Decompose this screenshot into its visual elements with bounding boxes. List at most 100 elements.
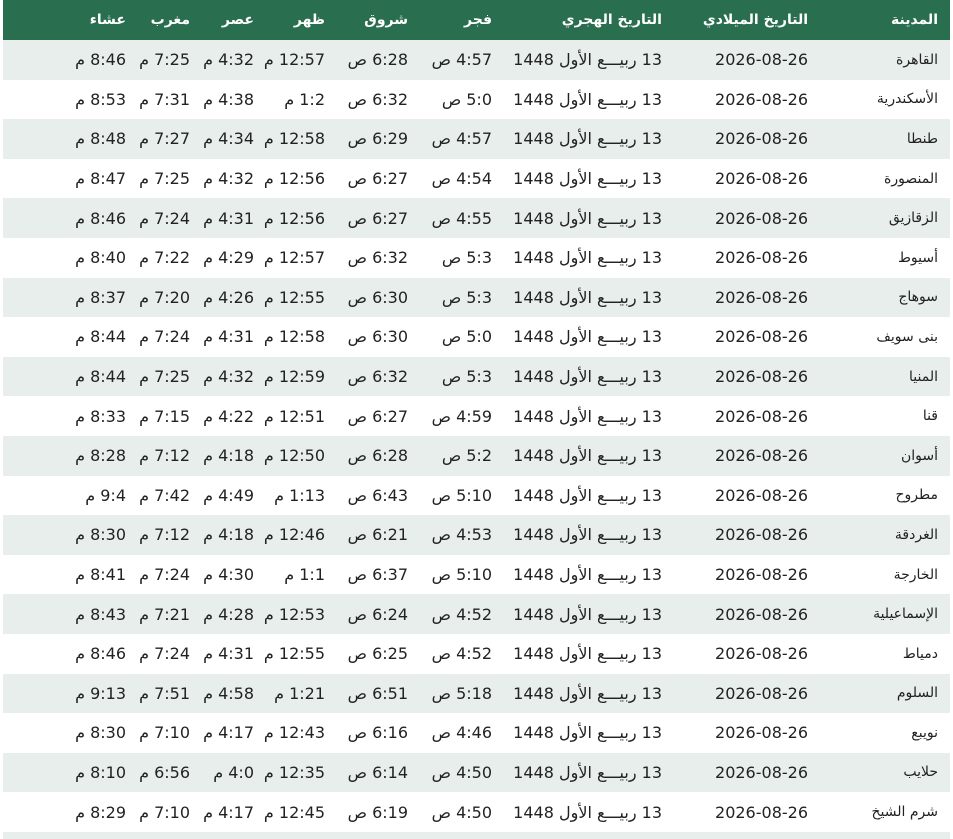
cell-fajr: 4:46 ص (431, 723, 492, 743)
cell-dhuhr: 1:2 م (284, 89, 325, 109)
cell-dhuhr: 12:50 م (263, 446, 325, 466)
table-row: الخارجة 2026-08-26 13 ربيـــع الأول 1448 5:… (3, 554, 950, 595)
cell-maghrib: 7:42 م (139, 485, 190, 505)
cell-maghrib: 7:25 م (139, 367, 190, 387)
table-row: نويبع 2026-08-26 13 ربيـــع الأول 1448 4:46… (3, 713, 950, 753)
cell-city: دمياط (902, 645, 938, 662)
cell-gregorian: 2026-08-26 (715, 169, 808, 189)
cell-isha: 8:46 م (75, 50, 126, 70)
cell-dhuhr: 12:55 م (263, 287, 325, 307)
cell-isha: 8:46 م (75, 208, 126, 228)
cell-shuruq: 6:29 ص (347, 129, 408, 149)
cell-gregorian: 2026-08-26 (715, 129, 808, 149)
cell-shuruq: 6:37 ص (347, 565, 408, 585)
cell-city: الإسماعيلية (873, 606, 938, 623)
cell-asr: 4:49 م (203, 485, 254, 505)
cell-shuruq: 6:27 ص (347, 208, 408, 228)
cell-shuruq: 6:21 ص (347, 525, 408, 545)
cell-dhuhr: 12:58 م (263, 327, 325, 347)
cell-asr: 4:26 م (203, 287, 254, 307)
cell-city: المنيا (909, 368, 938, 385)
cell-city: أسوان (900, 447, 938, 464)
cell-hijri: 13 ربيـــع الأول 1448 (513, 89, 662, 109)
cell-gregorian: 2026-08-26 (715, 406, 808, 426)
cell-asr: 4:58 م (203, 683, 254, 703)
cell-maghrib: 7:27 م (139, 129, 190, 149)
table-continuation (3, 832, 950, 839)
cell-shuruq: 6:28 ص (347, 50, 408, 70)
cell-gregorian: 2026-08-26 (715, 604, 808, 624)
cell-isha: 8:30 م (75, 723, 126, 743)
table-row: المنيا 2026-08-26 13 ربيـــع الأول 1448 5:3… (3, 356, 950, 397)
table-row: أسيوط 2026-08-26 13 ربيـــع الأول 1448 5:3 … (3, 237, 950, 278)
cell-shuruq: 6:28 ص (347, 446, 408, 466)
cell-hijri: 13 ربيـــع الأول 1448 (513, 446, 662, 466)
cell-dhuhr: 12:35 م (263, 762, 325, 782)
table-header: المدينة التاريخ الميلادي التاريخ الهجري … (3, 0, 950, 40)
cell-asr: 4:31 م (203, 327, 254, 347)
cell-city: نويبع (911, 724, 938, 741)
table-row: شرم الشيخ 2026-08-26 13 ربيـــع الأول 1448… (3, 792, 950, 832)
cell-dhuhr: 12:55 م (263, 644, 325, 664)
cell-isha: 8:44 م (75, 367, 126, 387)
cell-fajr: 4:57 ص (431, 129, 492, 149)
cell-asr: 4:17 م (203, 802, 254, 822)
cell-city: بنى سويف (876, 328, 938, 345)
cell-shuruq: 6:16 ص (347, 723, 408, 743)
cell-shuruq: 6:43 ص (347, 485, 408, 505)
cell-asr: 4:31 م (203, 644, 254, 664)
cell-isha: 9:4 م (85, 485, 126, 505)
cell-shuruq: 6:32 ص (347, 248, 408, 268)
cell-city: أسيوط (897, 249, 938, 266)
cell-gregorian: 2026-08-26 (715, 208, 808, 228)
cell-gregorian: 2026-08-26 (715, 802, 808, 822)
cell-isha: 8:44 م (75, 327, 126, 347)
cell-asr: 4:32 م (203, 50, 254, 70)
cell-hijri: 13 ربيـــع الأول 1448 (513, 327, 662, 347)
cell-dhuhr: 1:1 م (284, 565, 325, 585)
cell-fajr: 4:52 ص (431, 604, 492, 624)
prayer-times-page: المدينة التاريخ الميلادي التاريخ الهجري … (0, 0, 953, 839)
cell-isha: 8:40 م (75, 248, 126, 268)
cell-maghrib: 6:56 م (139, 762, 190, 782)
cell-isha: 8:53 م (75, 89, 126, 109)
cell-hijri: 13 ربيـــع الأول 1448 (513, 683, 662, 703)
cell-shuruq: 6:14 ص (347, 762, 408, 782)
table-row: قنا 2026-08-26 13 ربيـــع الأول 1448 4:59 ص… (3, 396, 950, 436)
cell-hijri: 13 ربيـــع الأول 1448 (513, 723, 662, 743)
table-row: طنطا 2026-08-26 13 ربيـــع الأول 1448 4:57 … (3, 119, 950, 159)
cell-dhuhr: 12:57 م (263, 248, 325, 268)
cell-dhuhr: 12:58 م (263, 129, 325, 149)
cell-city: سوهاج (898, 289, 938, 306)
cell-hijri: 13 ربيـــع الأول 1448 (513, 406, 662, 426)
cell-fajr: 5:3 ص (441, 287, 492, 307)
cell-fajr: 5:0 ص (441, 327, 492, 347)
cell-city: حلايب (903, 764, 938, 781)
cell-hijri: 13 ربيـــع الأول 1448 (513, 604, 662, 624)
cell-gregorian: 2026-08-26 (715, 327, 808, 347)
cell-city: الخارجة (893, 566, 938, 583)
cell-gregorian: 2026-08-26 (715, 525, 808, 545)
cell-maghrib: 7:22 م (139, 248, 190, 268)
cell-maghrib: 7:10 م (139, 723, 190, 743)
cell-shuruq: 6:51 ص (347, 683, 408, 703)
cell-isha: 8:28 م (75, 446, 126, 466)
cell-fajr: 4:57 ص (431, 50, 492, 70)
cell-isha: 8:46 م (75, 644, 126, 664)
table-row: سوهاج 2026-08-26 13 ربيـــع الأول 1448 5:3 … (3, 277, 950, 318)
cell-fajr: 4:52 ص (431, 644, 492, 664)
cell-gregorian: 2026-08-26 (715, 248, 808, 268)
cell-gregorian: 2026-08-26 (715, 683, 808, 703)
cell-fajr: 5:2 ص (441, 446, 492, 466)
table-body: القاهرة 2026-08-26 13 ربيـــع الأول 1448 4:… (3, 40, 950, 832)
cell-maghrib: 7:24 م (139, 327, 190, 347)
cell-city: قنا (922, 408, 938, 425)
header-asr: عصر (221, 12, 254, 28)
table-row: حلايب 2026-08-26 13 ربيـــع الأول 1448 4:50… (3, 752, 950, 793)
cell-asr: 4:38 م (203, 89, 254, 109)
header-row: المدينة التاريخ الميلادي التاريخ الهجري … (3, 0, 950, 40)
cell-shuruq: 6:27 ص (347, 169, 408, 189)
cell-fajr: 5:18 ص (431, 683, 492, 703)
cell-asr: 4:32 م (203, 367, 254, 387)
cell-gregorian: 2026-08-26 (715, 89, 808, 109)
